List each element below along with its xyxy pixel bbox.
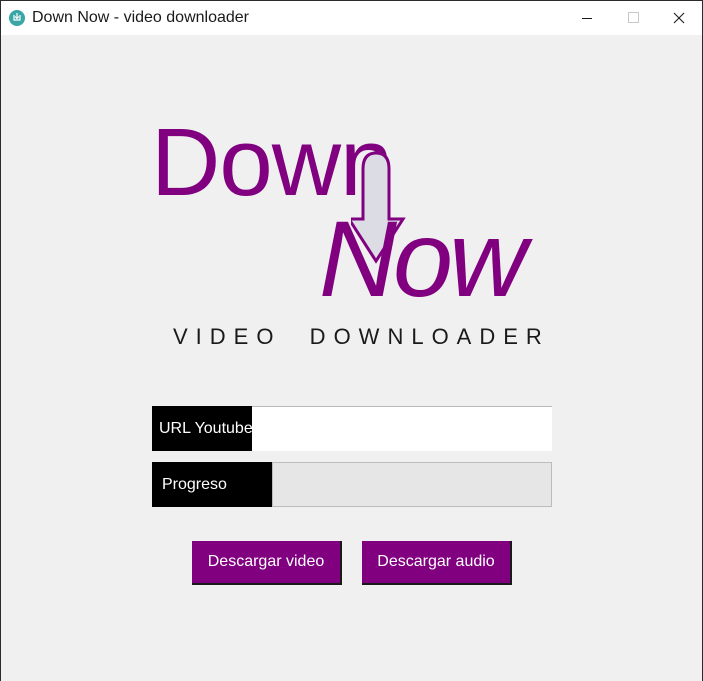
progress-row: Progreso [152,462,552,507]
download-icon [9,10,25,26]
minimize-button[interactable] [564,1,610,35]
close-icon [673,12,685,24]
progress-bar [272,462,552,507]
url-label: URL Youtube [152,406,253,451]
download-video-button[interactable]: Descargar video [192,541,342,585]
maximize-icon [628,12,639,23]
window-title: Down Now - video downloader [32,9,249,26]
logo-word-now: Now [319,198,527,319]
url-input[interactable] [252,406,552,451]
progress-label: Progreso [152,462,272,507]
minimize-icon [582,18,592,19]
app-window: Down Now - video downloader Down Now VID… [0,0,703,681]
maximize-button[interactable] [610,1,656,35]
logo-subtitle: VIDEO DOWNLOADER [173,324,550,349]
download-audio-button[interactable]: Descargar audio [362,541,512,585]
url-row: URL Youtube [152,406,552,451]
title-bar[interactable]: Down Now - video downloader [1,1,702,35]
app-logo: Down Now VIDEO DOWNLOADER [151,115,551,354]
close-button[interactable] [656,1,702,35]
